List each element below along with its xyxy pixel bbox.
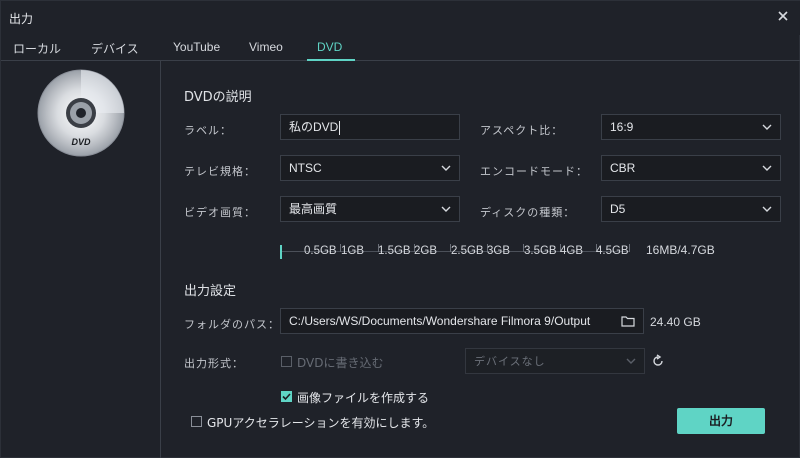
gpu-acceleration-checkbox[interactable]	[191, 416, 202, 427]
folder-path-value: C:/Users/WS/Documents/Wondershare Filmor…	[289, 314, 591, 328]
chevron-down-icon	[441, 165, 451, 171]
tab-youtube[interactable]: YouTube	[173, 40, 220, 54]
dvd-logo-text: DVD	[71, 137, 91, 147]
checkmark-icon	[282, 393, 291, 401]
tab-local[interactable]: ローカル	[13, 40, 61, 57]
tab-vimeo[interactable]: Vimeo	[249, 40, 283, 54]
tick-label: 4.5GB	[596, 245, 629, 257]
image-file-label: 画像ファイルを作成する	[297, 391, 430, 405]
folder-path-label: フォルダのパス：	[184, 318, 280, 331]
video-quality-select[interactable]: 最高画質	[280, 196, 460, 222]
tick-label: 0.5GB	[304, 245, 337, 257]
title-bar: 出力	[1, 1, 800, 35]
export-window: 出力 ローカル デバイス YouTube Vimeo DVD DVD DVDの説…	[0, 0, 800, 458]
tick-label: 2GB	[414, 245, 438, 257]
encode-mode-value: CBR	[610, 161, 636, 175]
chevron-down-icon	[762, 206, 772, 212]
device-select-value: デバイスなし	[474, 356, 546, 368]
label-field-label: ラベル：	[184, 124, 232, 137]
capacity-summary: 16MB/4.7GB	[646, 243, 715, 257]
dvd-label-input[interactable]: 私のDVD	[280, 114, 460, 140]
sidebar: DVD	[1, 61, 161, 458]
aspect-ratio-value: 16:9	[610, 120, 634, 134]
tab-dvd[interactable]: DVD	[317, 40, 342, 54]
text-caret	[339, 120, 341, 135]
close-icon[interactable]	[775, 8, 791, 24]
folder-path-input[interactable]: C:/Users/WS/Documents/Wondershare Filmor…	[280, 308, 644, 334]
tab-bar: ローカル デバイス YouTube Vimeo DVD	[1, 35, 800, 61]
disc-type-select[interactable]: D5	[601, 196, 781, 222]
tick-label: 1GB	[341, 245, 365, 257]
chevron-down-icon	[441, 206, 451, 212]
device-select[interactable]: デバイスなし	[465, 348, 645, 374]
window-title: 出力	[9, 12, 34, 26]
dvd-disc-icon: DVD	[37, 69, 125, 157]
chevron-down-icon	[762, 165, 772, 171]
chevron-down-icon	[762, 124, 772, 130]
capacity-ruler: 0.5GB 1GB 1.5GB 2GB 2.5GB 3GB 3.5GB 4GB …	[280, 237, 632, 261]
aspect-ratio-label: アスペクト比：	[480, 124, 564, 137]
chevron-down-icon	[626, 358, 636, 364]
tv-standard-label: テレビ規格：	[184, 165, 256, 178]
free-space-text: 24.40 GB	[650, 315, 701, 329]
export-button[interactable]: 出力	[677, 408, 765, 434]
gpu-acceleration-label: GPUアクセラレーションを有効にします。	[207, 416, 435, 430]
tick-label: 3GB	[487, 245, 511, 257]
video-quality-value: 最高画質	[289, 202, 338, 216]
output-settings-title: 出力設定	[184, 284, 237, 299]
image-file-checkbox[interactable]	[281, 391, 292, 402]
dvd-description-title: DVDの説明	[184, 90, 252, 105]
folder-icon[interactable]	[621, 315, 635, 327]
burn-dvd-label: DVDに書き込む	[297, 356, 384, 370]
tick-label: 3.5GB	[524, 245, 557, 257]
tick-label: 4GB	[560, 245, 584, 257]
tv-standard-select[interactable]: NTSC	[280, 155, 460, 181]
ruler-tick	[629, 244, 630, 252]
disc-type-value: D5	[610, 202, 626, 216]
tick-label: 1.5GB	[378, 245, 411, 257]
burn-dvd-checkbox[interactable]	[281, 356, 292, 367]
tab-device[interactable]: デバイス	[91, 40, 139, 57]
encode-mode-select[interactable]: CBR	[601, 155, 781, 181]
output-format-label: 出力形式：	[184, 357, 244, 370]
video-quality-label: ビデオ画質：	[184, 206, 256, 219]
encode-mode-label: エンコードモード：	[480, 165, 588, 178]
tick-label: 2.5GB	[451, 245, 484, 257]
used-capacity-marker	[280, 245, 282, 259]
disc-type-label: ディスクの種類：	[480, 206, 576, 219]
tv-standard-value: NTSC	[289, 161, 322, 175]
dvd-label-value: 私のDVD	[289, 120, 339, 134]
active-tab-indicator	[307, 59, 355, 61]
refresh-icon[interactable]	[651, 354, 665, 368]
aspect-ratio-select[interactable]: 16:9	[601, 114, 781, 140]
